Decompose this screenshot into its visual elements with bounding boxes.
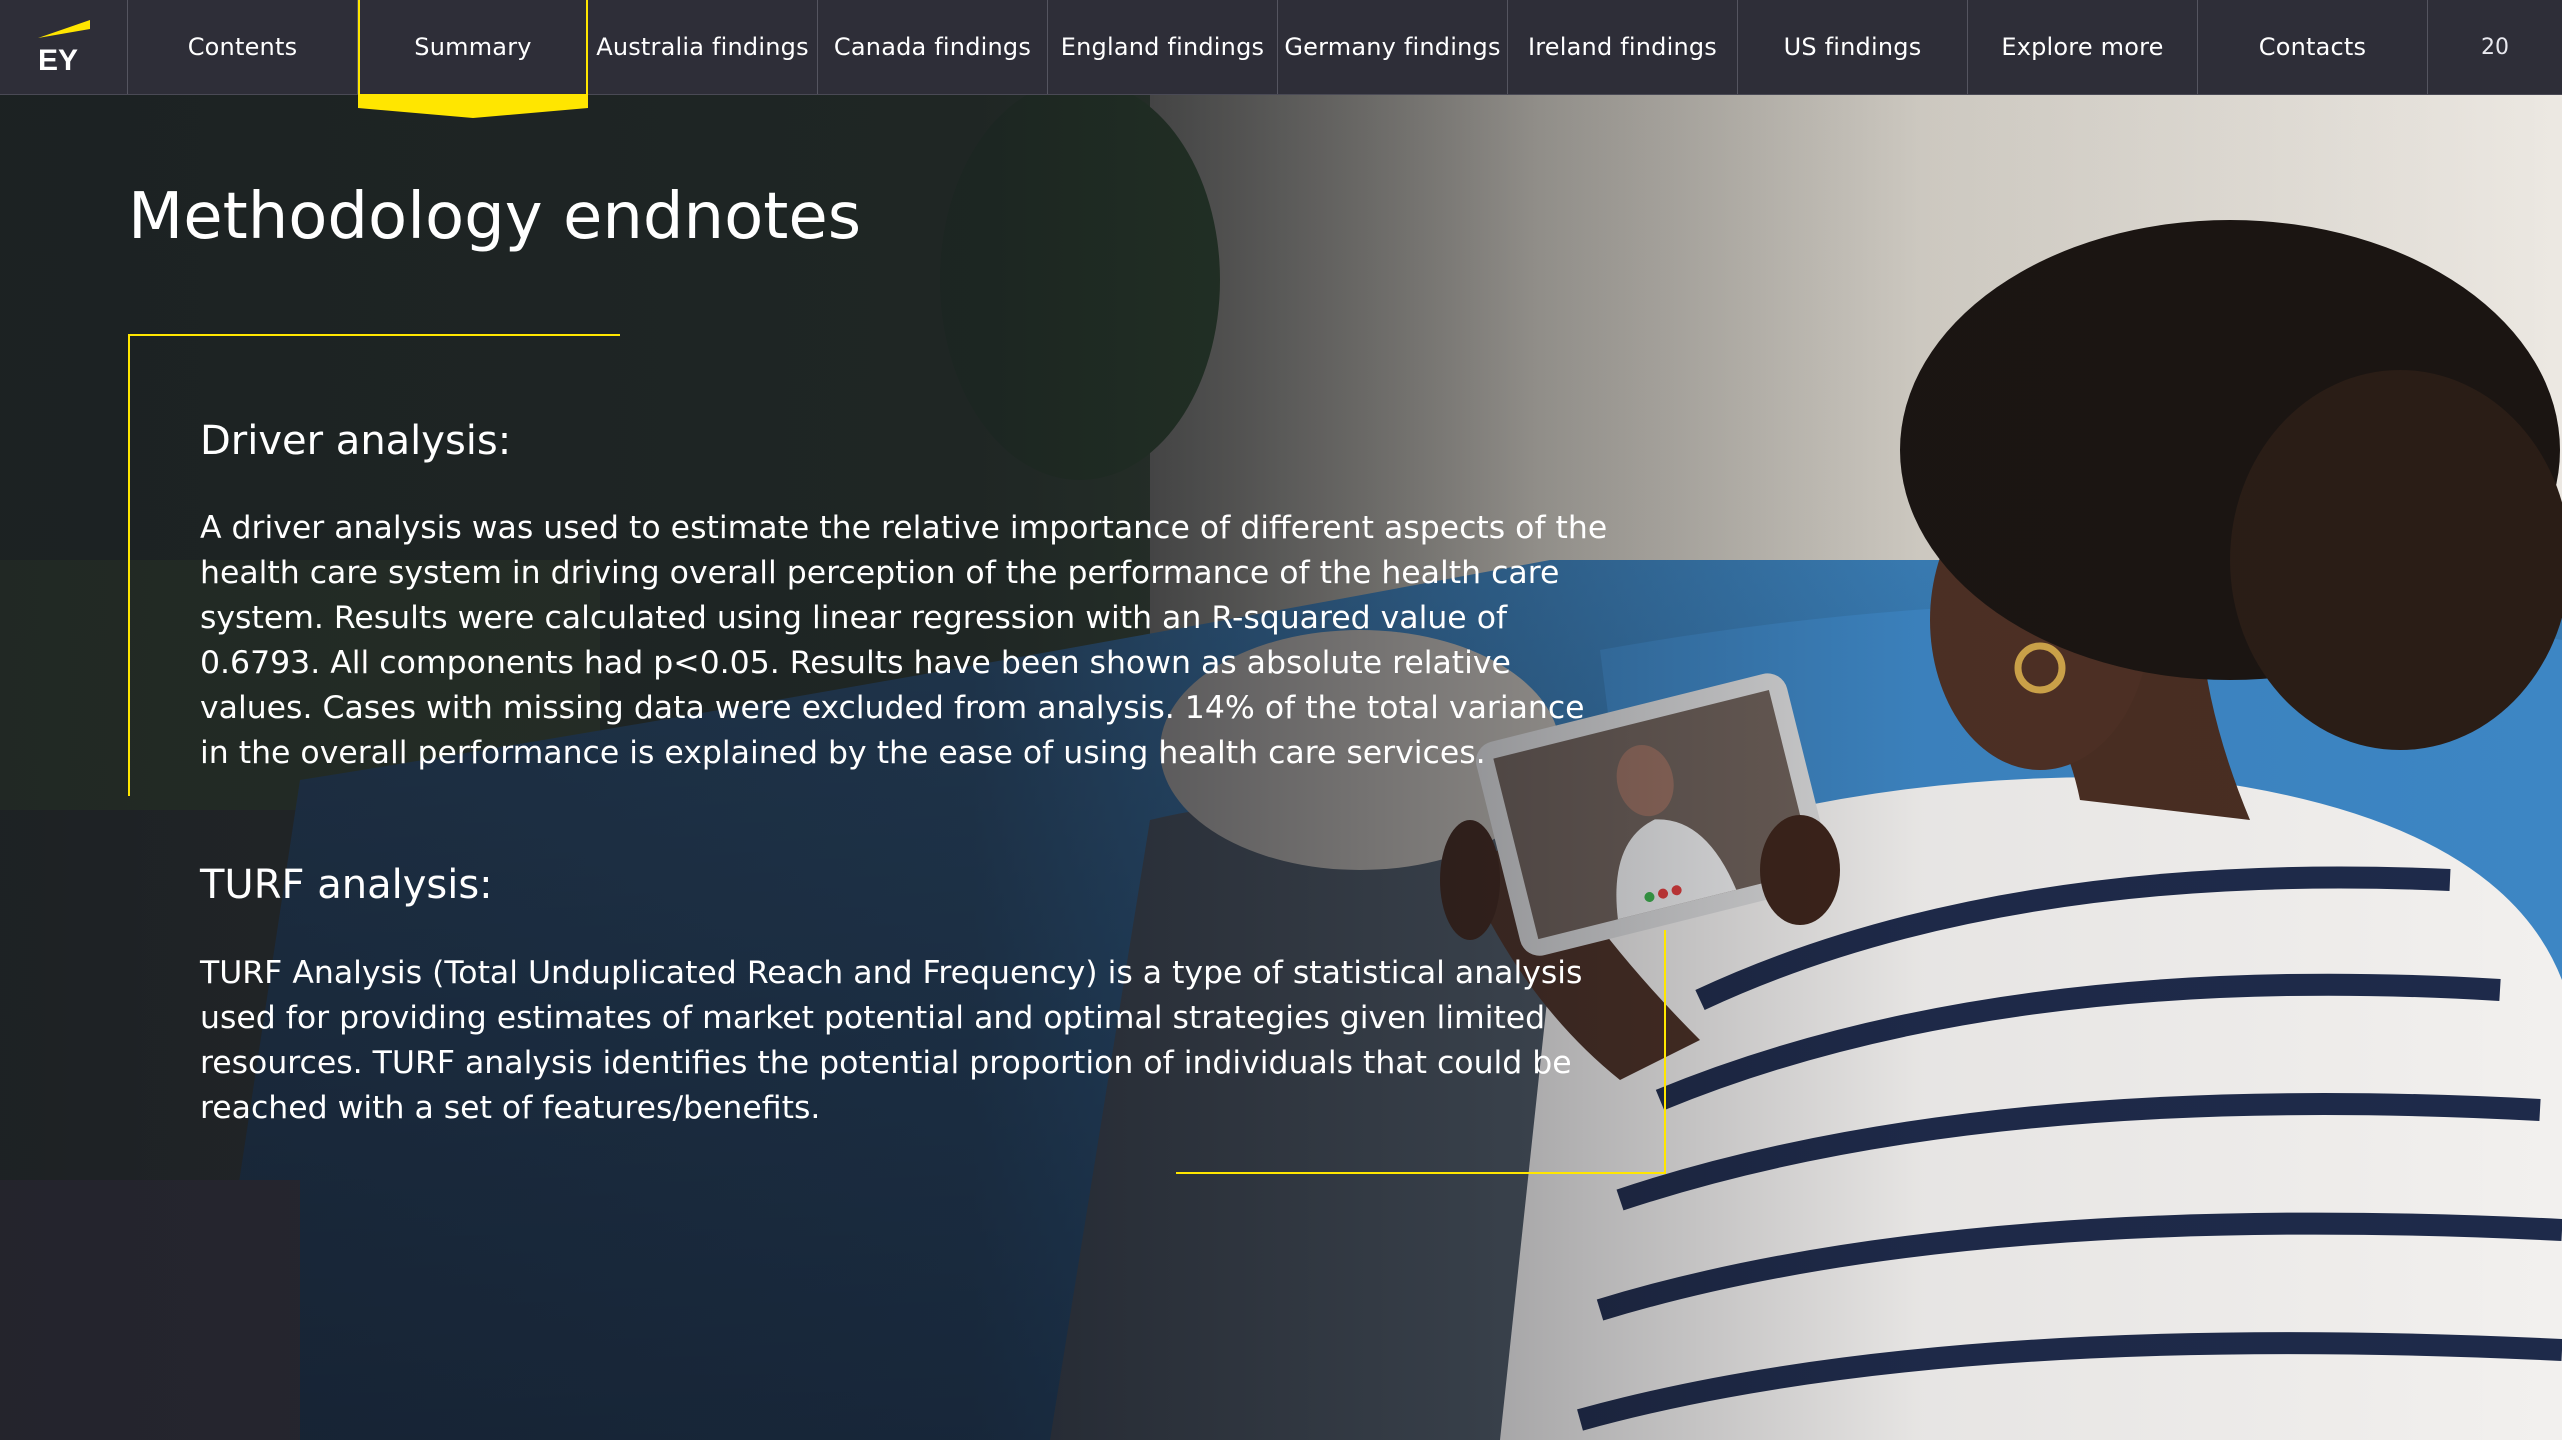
nav-item-label: Australia findings [596,33,809,61]
svg-text:EY: EY [38,44,78,72]
nav-item-australia-findings[interactable]: Australia findings [588,0,818,94]
nav-item-summary[interactable]: Summary [358,0,588,118]
driver-analysis-body: A driver analysis was used to estimate t… [200,510,1608,771]
nav-item-contents[interactable]: Contents [128,0,358,94]
page-title: Methodology endnotes [128,180,862,254]
nav-item-label: Explore more [2001,33,2164,61]
nav-item-canada-findings[interactable]: Canada findings [818,0,1048,94]
turf-analysis-body: TURF Analysis (Total Unduplicated Reach … [200,955,1583,1126]
nav-item-label: Germany findings [1284,33,1501,61]
ey-logo-icon: EY [38,20,90,72]
nav-item-ireland-findings[interactable]: Ireland findings [1508,0,1738,94]
nav-item-label: Summary [414,33,532,61]
driver-analysis-heading: Driver analysis: [200,418,512,464]
nav-item-label: England findings [1060,33,1265,61]
nav-item-label: Contents [187,33,298,61]
nav-item-germany-findings[interactable]: Germany findings [1278,0,1508,94]
page-number: 20 [2481,34,2509,60]
active-tab-marker [358,94,588,118]
ey-logo[interactable]: EY [0,0,128,94]
nav-item-us-findings[interactable]: US findings [1738,0,1968,94]
nav-item-label: Canada findings [833,33,1032,61]
top-navigation: EY Contents Summary Australia findings C… [0,0,2562,118]
nav-item-england-findings[interactable]: England findings [1048,0,1278,94]
accent-frame-left [128,334,130,796]
nav-item-label: Ireland findings [1527,33,1717,61]
nav-item-label: US findings [1783,33,1922,61]
nav-item-explore-more[interactable]: Explore more [1968,0,2198,94]
accent-frame-top [128,334,620,336]
accent-frame-bottom [1176,1172,1666,1174]
turf-analysis-heading: TURF analysis: [200,862,493,908]
nav-item-label: Contacts [2258,33,2367,61]
nav-item-contacts[interactable]: Contacts [2198,0,2428,94]
accent-frame-right [1664,930,1666,1174]
